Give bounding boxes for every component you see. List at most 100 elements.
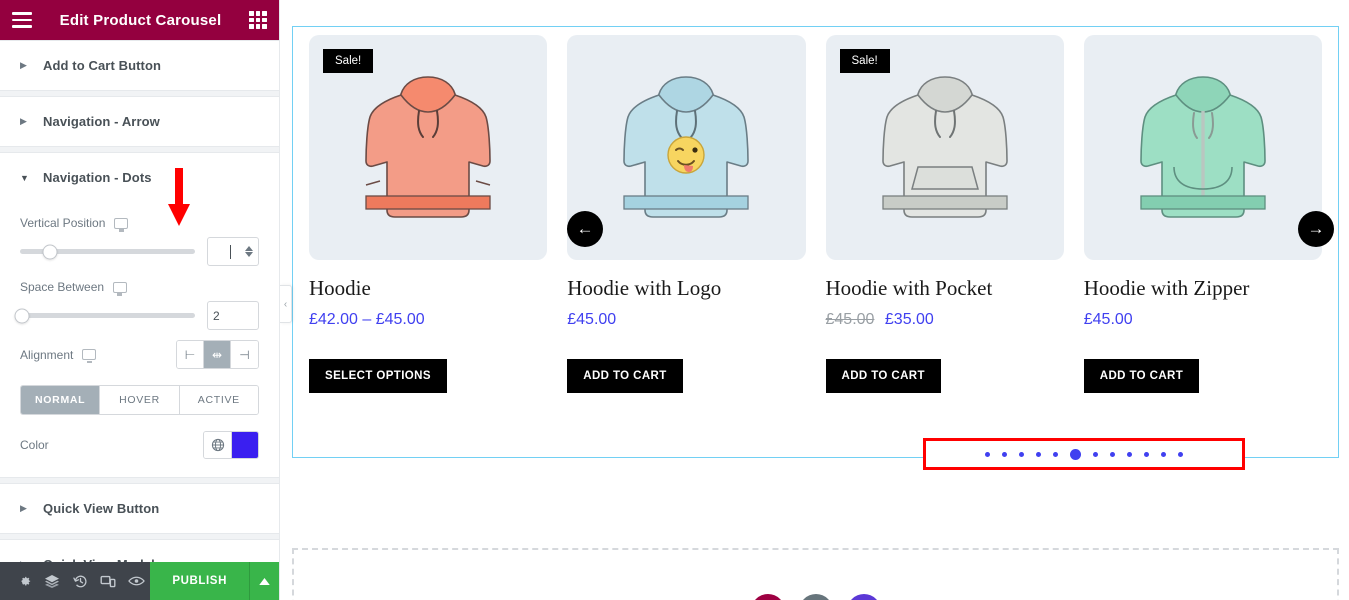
carousel-dot[interactable] xyxy=(1127,451,1132,457)
product-title[interactable]: Hoodie with Zipper xyxy=(1084,276,1322,301)
tab-normal[interactable]: NORMAL xyxy=(21,386,101,414)
section-navigation-dots: ▼ Navigation - Dots Vertical Position Sp… xyxy=(0,152,279,478)
sidebar-item-add-to-cart-button[interactable]: ▶ Add to Cart Button xyxy=(0,41,279,90)
product-card[interactable]: Sale! Hoodie £42.00 – £45.00 SELECT OPTI… xyxy=(299,35,557,393)
space-between-label-row: Space Between xyxy=(20,266,259,301)
product-title[interactable]: Hoodie with Pocket xyxy=(826,276,1064,301)
hamburger-icon[interactable] xyxy=(12,12,32,28)
loading-dot xyxy=(798,594,833,600)
price-value: £45.00 xyxy=(567,311,617,328)
vertical-position-label: Vertical Position xyxy=(20,216,106,230)
carousel-dot[interactable] xyxy=(1053,451,1058,457)
carousel-next-button[interactable]: → xyxy=(1298,211,1334,247)
product-card[interactable]: Hoodie with Zipper £45.00 ADD TO CART xyxy=(1074,35,1332,393)
section-add-to-cart-button: ▶ Add to Cart Button xyxy=(0,40,279,91)
color-control xyxy=(203,431,259,459)
sidebar-item-navigation-dots[interactable]: ▼ Navigation - Dots xyxy=(0,153,279,202)
monitor-icon[interactable] xyxy=(114,217,129,232)
loading-dot xyxy=(846,594,881,600)
monitor-icon[interactable] xyxy=(113,281,128,296)
empty-section-dropzone[interactable] xyxy=(292,548,1339,600)
align-left-icon[interactable]: ⊢ xyxy=(177,341,204,368)
carousel-dot[interactable] xyxy=(1178,451,1183,457)
carousel-dot[interactable] xyxy=(1093,451,1098,457)
sidebar-item-quick-view-modal[interactable]: ▶ Quick View Modal xyxy=(0,540,279,562)
alignment-label-row: Alignment xyxy=(20,347,97,364)
editor-footer-bar: PUBLISH xyxy=(0,562,279,600)
eye-icon[interactable] xyxy=(122,562,150,600)
publish-options-button[interactable] xyxy=(249,562,279,600)
tab-hover[interactable]: HOVER xyxy=(100,386,180,414)
chevron-down-icon: ▼ xyxy=(20,172,29,183)
slider-knob[interactable] xyxy=(14,308,30,323)
sidebar-item-navigation-arrow[interactable]: ▶ Navigation - Arrow xyxy=(0,97,279,146)
panel-collapse-handle[interactable]: ‹ xyxy=(280,285,292,323)
vertical-position-slider[interactable] xyxy=(20,244,195,259)
section-label: Navigation - Arrow xyxy=(43,114,160,129)
carousel-dot[interactable] xyxy=(1161,451,1166,457)
section-label: Add to Cart Button xyxy=(43,58,162,73)
grid-icon[interactable] xyxy=(249,11,267,29)
vertical-position-input[interactable] xyxy=(207,237,259,266)
page-title: Edit Product Carousel xyxy=(59,11,222,29)
hoodie-mint-zip-image xyxy=(1140,76,1266,218)
editor-canvas: ‹ Sale! Hoodie £42.00 – £45.00 SELECT OP… xyxy=(280,0,1349,600)
product-thumbnail[interactable]: Sale! xyxy=(309,35,548,260)
publish-button[interactable]: PUBLISH xyxy=(150,562,249,600)
space-between-slider[interactable] xyxy=(14,308,195,323)
globe-icon[interactable] xyxy=(204,432,232,458)
product-title[interactable]: Hoodie xyxy=(309,276,547,301)
color-swatch[interactable] xyxy=(232,432,258,458)
carousel-dot[interactable] xyxy=(1110,451,1115,457)
product-carousel-widget[interactable]: Sale! Hoodie £42.00 – £45.00 SELECT OPTI… xyxy=(292,26,1339,458)
align-right-icon[interactable]: ⊣ xyxy=(231,341,258,368)
alignment-group: ⊢ ⇹ ⊣ xyxy=(176,340,259,369)
panel-body: ▶ Add to Cart Button ▶ Navigation - Arro… xyxy=(0,40,279,562)
carousel-dot[interactable] xyxy=(1070,448,1081,460)
add-to-cart-button[interactable]: ADD TO CART xyxy=(567,359,683,393)
select-options-button[interactable]: SELECT OPTIONS xyxy=(309,359,447,393)
monitor-icon[interactable] xyxy=(82,349,97,364)
quantity-stepper[interactable] xyxy=(245,246,253,257)
chevron-up-icon xyxy=(259,577,270,585)
gear-icon[interactable] xyxy=(10,562,38,600)
align-center-icon[interactable]: ⇹ xyxy=(204,341,231,368)
space-between-label: Space Between xyxy=(20,280,105,294)
carousel-dot[interactable] xyxy=(985,451,990,457)
responsive-icon[interactable] xyxy=(94,562,122,600)
product-thumbnail[interactable]: Sale! xyxy=(825,35,1064,260)
product-thumbnail[interactable] xyxy=(1083,35,1322,260)
slider-knob[interactable] xyxy=(42,244,58,259)
section-quick-view-button: ▶ Quick View Button xyxy=(0,483,279,534)
hoodie-salmon-image xyxy=(365,76,491,218)
carousel-dots[interactable] xyxy=(923,438,1245,470)
loading-indicator xyxy=(750,594,881,600)
price-value: £42.00 – £45.00 xyxy=(309,311,425,328)
product-price: £45.00 xyxy=(567,311,805,329)
chevron-right-icon: ▶ xyxy=(20,60,27,70)
section-navigation-arrow: ▶ Navigation - Arrow xyxy=(0,96,279,147)
product-title[interactable]: Hoodie with Logo xyxy=(567,276,805,301)
carousel-prev-button[interactable]: ← xyxy=(567,211,603,247)
carousel-dot[interactable] xyxy=(1036,451,1041,457)
carousel-dot[interactable] xyxy=(1144,451,1149,457)
carousel-dot[interactable] xyxy=(1002,451,1007,457)
price-value: £35.00 xyxy=(884,311,934,328)
carousel-dot[interactable] xyxy=(1019,451,1024,457)
space-between-row: 2 xyxy=(14,301,259,330)
hoodie-blue-emoji-image xyxy=(623,76,750,218)
tab-active[interactable]: ACTIVE xyxy=(179,386,258,414)
vertical-position-label-row: Vertical Position xyxy=(20,202,259,237)
layers-icon[interactable] xyxy=(38,562,66,600)
section-label: Navigation - Dots xyxy=(43,170,152,185)
sidebar-item-quick-view-button[interactable]: ▶ Quick View Button xyxy=(0,484,279,533)
space-between-input[interactable]: 2 xyxy=(207,301,259,330)
product-card[interactable]: Sale! Hoodie with Pocket £45.00 £35.00 A… xyxy=(816,35,1074,393)
add-to-cart-button[interactable]: ADD TO CART xyxy=(825,359,941,393)
section-quick-view-modal: ▶ Quick View Modal xyxy=(0,539,279,562)
alignment-label: Alignment xyxy=(20,347,74,362)
add-to-cart-button[interactable]: ADD TO CART xyxy=(1083,359,1200,393)
alignment-row: Alignment ⊢ ⇹ ⊣ xyxy=(20,330,259,381)
history-icon[interactable] xyxy=(66,562,94,600)
product-thumbnail[interactable] xyxy=(567,35,806,260)
